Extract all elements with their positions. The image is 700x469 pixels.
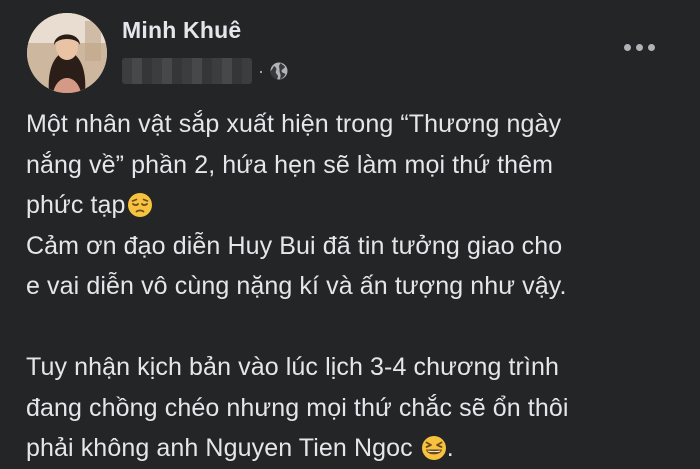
more-options-button[interactable] [614, 32, 664, 62]
post-text-segment: phức tạp [26, 191, 126, 219]
post-text-line: Cảm ơn đạo diễn Huy Bui đã tin tưởng gia… [26, 231, 563, 260]
facebook-post: Minh Khuê · Một nhân vật sắp xuất hiện t… [0, 0, 700, 462]
post-text-line: đang chồng chéo nhưng mọi thứ chắc sẽ ổn… [26, 393, 569, 422]
post-text-blank-line [26, 307, 686, 348]
grinning-squinting-face-emoji [421, 436, 446, 460]
meta-separator-dot: · [258, 61, 264, 81]
post-meta: · [122, 57, 289, 85]
pensive-face-emoji [127, 193, 152, 217]
avatar-photo [27, 13, 107, 93]
ellipsis-horizontal-icon [623, 43, 655, 51]
post-text-line: nắng về” phần 2, hứa hẹn sẽ làm mọi thứ … [26, 150, 554, 179]
post-text-line: phức tạp [26, 185, 686, 226]
post-text-line: Tuy nhận kịch bản vào lúc lịch 3-4 chươn… [26, 353, 560, 381]
timestamp-blurred[interactable] [122, 58, 252, 84]
post-text: Một nhân vật sắp xuất hiện trong “Thương… [26, 104, 686, 469]
globe-icon[interactable] [269, 61, 289, 81]
post-text-segment: . [446, 434, 454, 462]
post-text-line: Một nhân vật sắp xuất hiện trong “Thương… [26, 110, 562, 138]
post-text-line: e vai diễn vô cùng nặng kí và ấn tượng n… [26, 272, 567, 300]
author-name[interactable]: Minh Khuê [122, 17, 241, 44]
avatar[interactable] [27, 13, 107, 93]
post-text-line: phải không anh Nguyen Tien Ngoc . [26, 428, 686, 469]
post-text-segment: phải không anh Nguyen Tien Ngoc [26, 434, 413, 462]
